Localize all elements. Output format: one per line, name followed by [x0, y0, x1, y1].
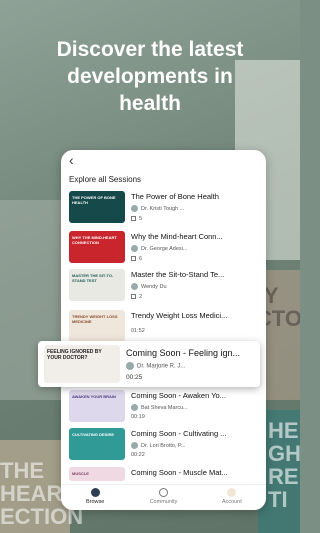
featured-title: Coming Soon - Feeling ign... [126, 348, 241, 358]
thumbnail-text: CULTIVATING DESIRE [72, 432, 114, 437]
author-name: Dr. Lori Brotto, P... [141, 442, 186, 449]
session-duration: 00:19 [131, 414, 145, 420]
session-title: Coming Soon - Awaken Yo... [131, 391, 226, 400]
session-title: Coming Soon - Muscle Mat... [131, 468, 228, 477]
session-author: Bat Sheva Marcu... [131, 404, 188, 411]
count-value: 2 [139, 294, 143, 300]
play-circle-icon [90, 488, 100, 497]
episodes-icon [131, 216, 136, 222]
featured-thumbnail: FEELING IGNORED BY YOUR DOCTOR? [44, 345, 120, 383]
session-thumbnail: MASTER THE SIT-TO-STAND TEST [69, 269, 125, 301]
avatar [131, 245, 138, 252]
count-value: 5 [139, 216, 143, 222]
thumbnail-text: WHY THE MIND-HEART CONNECTION [72, 235, 117, 245]
session-title: Coming Soon - Cultivating ... [131, 429, 227, 438]
thumbnail-text: TRENDY WEIGHT LOSS MEDICINE [72, 314, 118, 324]
bg-word: THE [0, 458, 44, 483]
people-icon [158, 488, 168, 497]
bg-word: HE [268, 418, 299, 443]
session-duration: 01:52 [131, 328, 145, 334]
session-thumbnail: CULTIVATING DESIRE [69, 428, 125, 460]
session-row[interactable]: CULTIVATING DESIRE Coming Soon - Cultiva… [69, 428, 259, 466]
tab-account[interactable]: Account [198, 485, 266, 510]
phone-screen: ‹ Explore all Sessions THE POWER OF BONE… [61, 150, 266, 510]
session-duration: 00:22 [131, 452, 145, 458]
account-icon [227, 488, 237, 497]
avatar [131, 442, 138, 449]
thumbnail-text: FEELING IGNORED BY YOUR DOCTOR? [47, 349, 102, 361]
avatar [131, 283, 138, 290]
session-author: Wendy Du [131, 283, 167, 290]
thumbnail-text: MASTER THE SIT-TO-STAND TEST [72, 273, 114, 283]
avatar [131, 205, 138, 212]
thumbnail-text: AWAKEN YOUR BRAIN [72, 394, 116, 399]
bg-word: HEAR [0, 481, 63, 506]
session-count: 5 [131, 216, 142, 222]
session-thumbnail: THE POWER OF BONE HEALTH [69, 191, 125, 223]
tab-community[interactable]: Community [129, 485, 197, 510]
session-title: Master the Sit-to-Stand Te... [131, 270, 225, 279]
hero-title: Discover the latest developments in heal… [56, 38, 244, 115]
author-name: Bat Sheva Marcu... [141, 404, 188, 411]
session-row[interactable]: WHY THE MIND-HEART CONNECTION Why the Mi… [69, 231, 259, 269]
author-name: Dr. Marjorie R. J... [137, 363, 186, 370]
bg-word: TI [268, 487, 288, 512]
author-name: Dr. George Adesi... [141, 245, 188, 252]
session-row[interactable]: AWAKEN YOUR BRAIN Coming Soon - Awaken Y… [69, 390, 259, 428]
section-title: Explore all Sessions [69, 175, 142, 184]
count-value: 6 [139, 256, 143, 262]
chevron-left-icon[interactable]: ‹ [69, 152, 74, 168]
featured-duration: 00:25 [126, 374, 143, 381]
tab-label: Account [221, 499, 242, 505]
avatar [131, 404, 138, 411]
featured-session-card[interactable]: FEELING IGNORED BY YOUR DOCTOR? Coming S… [38, 341, 260, 387]
session-title: The Power of Bone Health [131, 192, 219, 201]
bg-word: GH [268, 441, 300, 466]
author-name: Dr. Kristi Tough ... [141, 205, 185, 212]
session-row[interactable]: MASTER THE SIT-TO-STAND TEST Master the … [69, 269, 259, 307]
session-thumbnail: MUSCLE [69, 467, 125, 481]
avatar [126, 362, 134, 370]
session-thumbnail: AWAKEN YOUR BRAIN [69, 390, 125, 422]
session-count: 6 [131, 256, 142, 262]
session-row[interactable]: THE POWER OF BONE HEALTH The Power of Bo… [69, 191, 259, 229]
tab-label: Community [149, 499, 178, 505]
tab-browse[interactable]: Browse [61, 485, 129, 510]
session-author: Dr. George Adesi... [131, 245, 187, 252]
bg-word: RE [268, 464, 299, 489]
author-name: Wendy Du [141, 283, 167, 290]
thumbnail-text: MUSCLE [72, 471, 89, 476]
bottom-tab-bar: Browse Community Account [61, 484, 266, 510]
session-thumbnail: WHY THE MIND-HEART CONNECTION [69, 231, 125, 263]
episodes-icon [131, 294, 136, 300]
session-title: Trendy Weight Loss Medici... [131, 311, 228, 320]
session-title: Why the Mind-heart Conn... [131, 232, 223, 241]
session-count: 2 [131, 294, 142, 300]
session-author: Dr. Lori Brotto, P... [131, 442, 186, 449]
featured-author: Dr. Marjorie R. J... [126, 362, 185, 370]
session-author: Dr. Kristi Tough ... [131, 205, 184, 212]
thumbnail-text: THE POWER OF BONE HEALTH [72, 195, 116, 205]
tab-label: Browse [85, 499, 105, 505]
episodes-icon [131, 256, 136, 262]
session-thumbnail: TRENDY WEIGHT LOSS MEDICINE [69, 310, 125, 342]
